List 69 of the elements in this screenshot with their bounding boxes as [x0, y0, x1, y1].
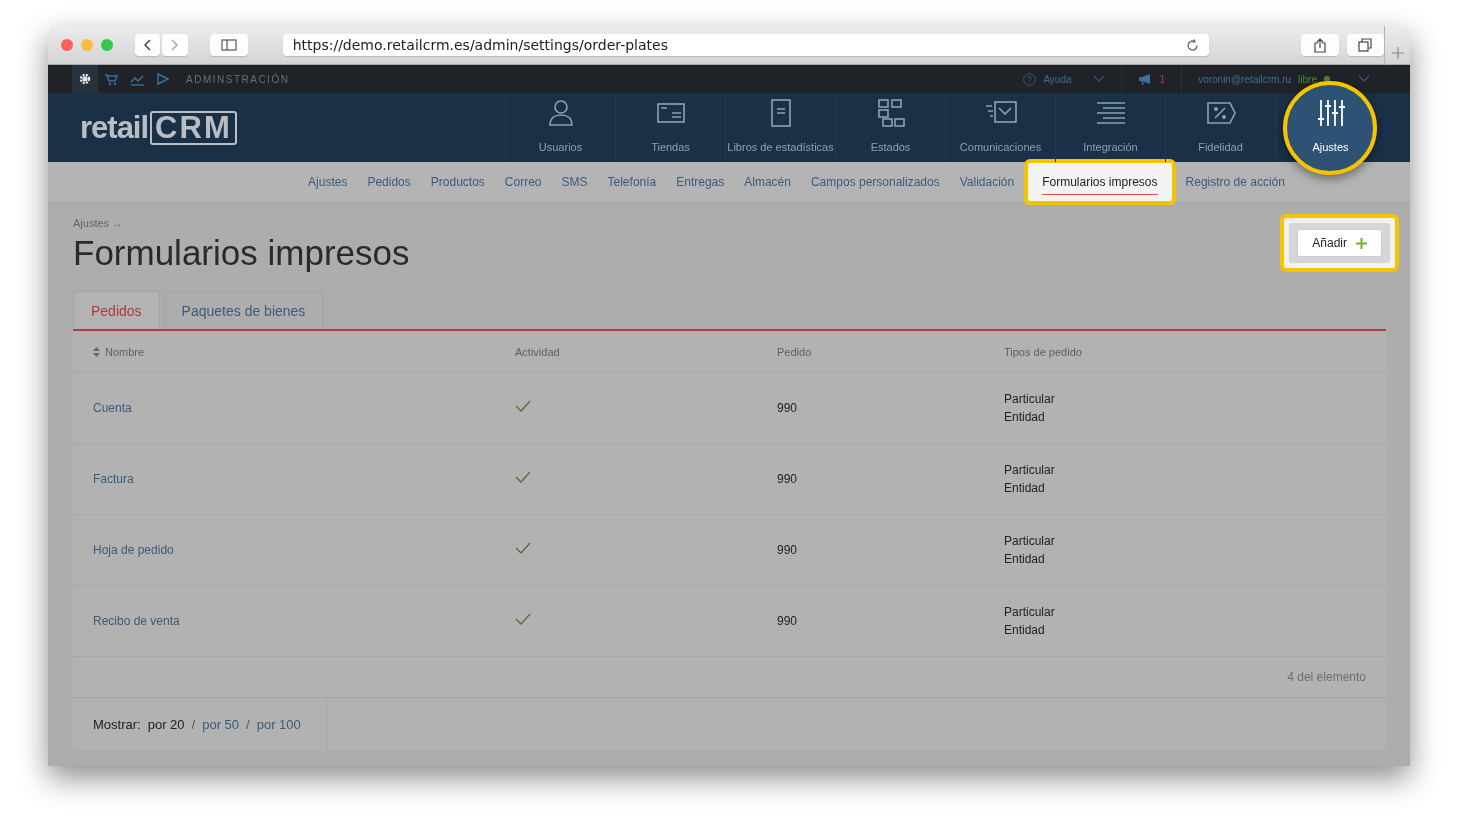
plus-icon — [1356, 237, 1367, 249]
address-bar[interactable]: https://demo.retailcrm.es/admin/settings/order-plates — [282, 34, 1210, 56]
sidebar-icon — [220, 39, 237, 51]
notification-count[interactable]: 1 — [1159, 73, 1166, 85]
subnav-link[interactable]: Entregas — [666, 172, 735, 192]
forward-icon — [171, 39, 180, 51]
subnav-link[interactable]: Telefonía — [597, 172, 667, 192]
help-icon[interactable] — [1023, 72, 1037, 86]
subnav-link[interactable]: Registro de acción — [1175, 172, 1295, 192]
new-tab-icon[interactable] — [1391, 46, 1404, 59]
item-count: 4 del elemento — [1287, 670, 1366, 684]
column-header: Actividad — [515, 345, 561, 358]
chevron-icon[interactable] — [1358, 75, 1370, 83]
subnav-link[interactable]: Productos — [420, 172, 495, 192]
page-title: Formularios impresos — [73, 233, 410, 273]
subnav-link[interactable]: SMS — [551, 172, 598, 192]
column-header: Pedido — [777, 345, 813, 358]
add-button[interactable]: Añadir — [1297, 229, 1382, 257]
subnav-link[interactable]: Campos personalizados — [800, 172, 950, 192]
table-cell[interactable]: Cuenta — [93, 401, 515, 415]
page-size-option[interactable]: por 100 — [256, 716, 301, 732]
plan-label: libre — [1298, 73, 1317, 85]
sidebar-button[interactable] — [210, 34, 248, 56]
table-cell-text: 990 — [777, 401, 799, 415]
sort-icon[interactable] — [93, 346, 100, 357]
tab[interactable]: Pedidos — [73, 291, 160, 329]
user-email[interactable]: voronin@retailcrm.ru — [1198, 73, 1292, 85]
table-cell-text: Particular Entidad — [1004, 462, 1056, 497]
table-cell[interactable]: Factura — [93, 472, 515, 486]
reload-icon[interactable] — [1186, 38, 1200, 52]
table-cell-text: Particular Entidad — [1004, 604, 1056, 639]
tab[interactable]: Paquetes de bienes — [163, 291, 324, 329]
subnav-link[interactable]: Almacén — [734, 172, 801, 192]
table-cell-text: 990 — [777, 543, 799, 557]
subnav-link[interactable]: Formularios impresos — [1024, 159, 1176, 205]
close-icon[interactable] — [61, 39, 73, 51]
separator: / — [246, 716, 250, 732]
table-cell-text: 990 — [777, 614, 799, 628]
settings-icon[interactable] — [72, 65, 98, 93]
status-dot — [1324, 76, 1330, 82]
tabs-button[interactable] — [1346, 34, 1385, 56]
subnav-link[interactable]: Correo — [494, 172, 552, 192]
logo[interactable]: retail CRM — [48, 93, 505, 162]
table-cell-text: Particular Entidad — [1004, 533, 1056, 568]
table-cell-text: 990 — [777, 472, 799, 486]
subnav-link[interactable]: Validación — [949, 172, 1025, 192]
back-button[interactable] — [134, 34, 161, 56]
table-cell-text: Particular Entidad — [1004, 391, 1056, 426]
separator: / — [191, 716, 196, 732]
maximize-icon[interactable] — [100, 39, 113, 51]
column-header: Tipos de pedido — [1004, 345, 1083, 358]
share-button[interactable] — [1301, 34, 1339, 56]
subnav-link[interactable]: Ajustes — [298, 172, 358, 192]
column-header[interactable]: Nombre — [93, 345, 515, 358]
page-size-label: Mostrar: — [93, 716, 141, 732]
section-label: ADMINSTRACIÓN — [186, 73, 290, 85]
share-icon — [1313, 37, 1326, 53]
help-link[interactable]: Ayuda — [1043, 73, 1072, 85]
subnav-link[interactable]: Pedidos — [357, 172, 421, 192]
tabs-icon — [1358, 38, 1373, 52]
page-size-option[interactable]: por 20 — [147, 716, 185, 732]
megaphone-icon[interactable] — [1137, 73, 1153, 85]
back-icon — [143, 39, 152, 51]
chevron-icon[interactable] — [1092, 75, 1105, 83]
table-cell[interactable]: Hoja de pedido — [93, 543, 515, 557]
breadcrumb[interactable]: Ajustes → — [73, 217, 410, 229]
page-size-option[interactable]: por 50 — [202, 716, 240, 732]
table-cell[interactable]: Recibo de venta — [93, 614, 515, 628]
forward-button[interactable] — [162, 34, 189, 56]
